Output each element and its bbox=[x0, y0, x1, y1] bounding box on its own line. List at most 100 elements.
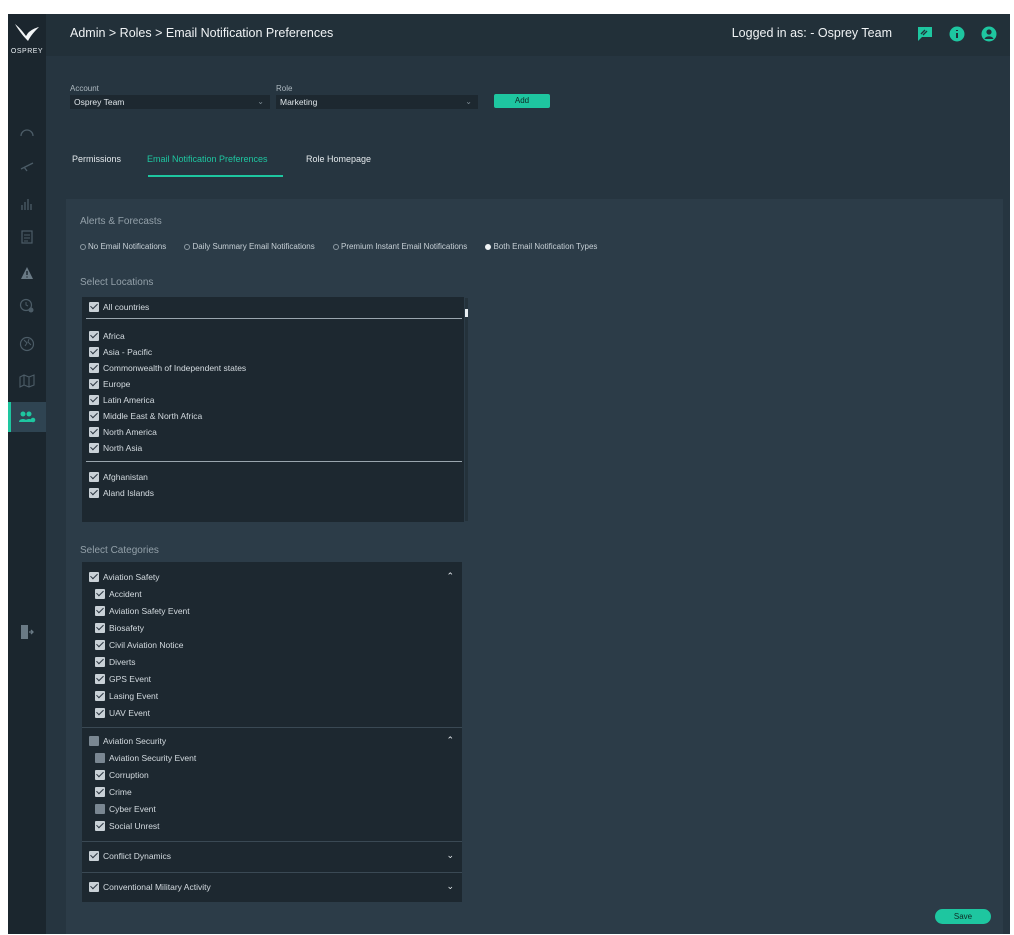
chevron-up-icon[interactable]: ⌃ bbox=[446, 571, 454, 582]
map-icon[interactable] bbox=[8, 366, 46, 396]
checkbox-region[interactable]: Europe bbox=[89, 379, 130, 389]
tab-role-homepage[interactable]: Role Homepage bbox=[306, 154, 371, 164]
checkbox-label: North Asia bbox=[103, 443, 143, 453]
checkbox-icon bbox=[89, 427, 99, 437]
checkbox-icon bbox=[89, 851, 99, 861]
account-select[interactable]: Osprey Team ⌄ bbox=[70, 95, 270, 109]
checkbox-label: Corruption bbox=[109, 770, 149, 780]
checkbox-region[interactable]: North Asia bbox=[89, 443, 142, 453]
chevron-down-icon: ⌄ bbox=[257, 97, 264, 106]
category-item[interactable]: Social Unrest bbox=[95, 821, 160, 831]
active-tab-indicator bbox=[148, 175, 283, 177]
checkbox-label: Accident bbox=[109, 589, 142, 599]
checkbox-icon bbox=[95, 606, 105, 616]
category-item[interactable]: Accident bbox=[95, 589, 142, 599]
category-item[interactable]: Aviation Security Event bbox=[95, 753, 196, 763]
checkbox-icon bbox=[95, 691, 105, 701]
checkbox-region[interactable]: Africa bbox=[89, 331, 125, 341]
checkbox-country[interactable]: Aland Islands bbox=[89, 488, 154, 498]
checkbox-icon bbox=[95, 804, 105, 814]
checkbox-label: Africa bbox=[103, 331, 125, 341]
radio-dot bbox=[332, 244, 339, 250]
category-item[interactable]: Crime bbox=[95, 787, 132, 797]
logo-text: OSPREY bbox=[10, 48, 44, 55]
checkbox-label: Aviation Security Event bbox=[109, 753, 197, 763]
radio-label: Both Email Notification Types bbox=[493, 242, 598, 251]
radio-premium-instant[interactable]: Premium Instant Email Notifications bbox=[332, 242, 467, 251]
radio-daily-summary[interactable]: Daily Summary Email Notifications bbox=[184, 242, 315, 251]
users-icon[interactable] bbox=[8, 402, 46, 432]
checkbox-label: UAV Event bbox=[109, 708, 150, 718]
role-select[interactable]: Marketing ⌄ bbox=[276, 95, 478, 109]
category-group-aviation-security[interactable]: Aviation Security bbox=[89, 736, 166, 746]
checkbox-icon bbox=[89, 488, 99, 498]
category-item[interactable]: GPS Event bbox=[95, 674, 151, 684]
preferences-panel: Alerts & Forecasts No Email Notification… bbox=[66, 199, 1003, 934]
checkbox-region[interactable]: Asia - Pacific bbox=[89, 347, 152, 357]
locations-scrollbar[interactable] bbox=[465, 298, 468, 521]
user-icon[interactable] bbox=[980, 25, 998, 43]
checkbox-country[interactable]: Afghanistan bbox=[89, 472, 148, 482]
account-value: Osprey Team bbox=[74, 97, 125, 107]
checkbox-icon bbox=[95, 589, 105, 599]
chevron-up-icon[interactable]: ⌃ bbox=[446, 735, 454, 746]
reports-icon[interactable] bbox=[8, 222, 46, 252]
category-item[interactable]: Diverts bbox=[95, 657, 135, 667]
chevron-down-icon[interactable]: ⌄ bbox=[446, 850, 454, 861]
locations-list[interactable]: All countries Africa Asia - Pacific Comm… bbox=[82, 297, 464, 522]
radio-dot bbox=[184, 244, 191, 250]
checkbox-label: Aviation Security bbox=[103, 736, 167, 746]
feedback-icon[interactable] bbox=[916, 25, 934, 43]
osprey-logo[interactable]: OSPREY bbox=[8, 14, 46, 62]
checkbox-label: Conflict Dynamics bbox=[103, 851, 172, 861]
category-item[interactable]: Biosafety bbox=[95, 623, 144, 633]
save-button[interactable]: Save bbox=[935, 909, 991, 924]
role-value: Marketing bbox=[280, 97, 318, 107]
checkbox-all-countries[interactable]: All countries bbox=[89, 302, 149, 312]
checkbox-label: Aviation Safety Event bbox=[109, 606, 190, 616]
analytics-icon[interactable] bbox=[8, 189, 46, 219]
category-group-aviation-safety[interactable]: Aviation Safety bbox=[89, 572, 160, 582]
category-item[interactable]: Cyber Event bbox=[95, 804, 156, 814]
checkbox-region[interactable]: Middle East & North Africa bbox=[89, 411, 202, 421]
checkbox-icon bbox=[89, 347, 99, 357]
tab-email-notification-preferences[interactable]: Email Notification Preferences bbox=[147, 154, 268, 164]
checkbox-icon bbox=[89, 411, 99, 421]
globe-icon[interactable] bbox=[8, 329, 46, 359]
add-button[interactable]: Add bbox=[494, 94, 550, 108]
alert-icon[interactable] bbox=[8, 258, 46, 288]
checkbox-label: Afghanistan bbox=[103, 472, 148, 482]
logout-icon[interactable] bbox=[8, 617, 46, 647]
checkbox-region[interactable]: North America bbox=[89, 427, 157, 437]
category-divider bbox=[82, 727, 462, 728]
category-item[interactable]: Aviation Safety Event bbox=[95, 606, 190, 616]
category-item[interactable]: UAV Event bbox=[95, 708, 150, 718]
checkbox-icon bbox=[95, 770, 105, 780]
category-item[interactable]: Corruption bbox=[95, 770, 149, 780]
radio-no-email[interactable]: No Email Notifications bbox=[80, 242, 166, 251]
list-divider bbox=[86, 318, 462, 319]
checkbox-icon bbox=[89, 379, 99, 389]
checkbox-icon bbox=[89, 736, 99, 746]
tab-permissions[interactable]: Permissions bbox=[72, 154, 121, 164]
chevron-down-icon[interactable]: ⌄ bbox=[446, 881, 454, 892]
category-group-conventional-military-activity[interactable]: Conventional Military Activity bbox=[89, 882, 211, 892]
clock-settings-icon[interactable] bbox=[8, 291, 46, 321]
dashboard-icon[interactable] bbox=[8, 118, 46, 148]
category-item[interactable]: Civil Aviation Notice bbox=[95, 640, 184, 650]
checkbox-region[interactable]: Latin America bbox=[89, 395, 155, 405]
checkbox-icon bbox=[89, 395, 99, 405]
checkbox-label: Cyber Event bbox=[109, 804, 156, 814]
locations-scroll-thumb[interactable] bbox=[465, 309, 468, 317]
category-item[interactable]: Lasing Event bbox=[95, 691, 158, 701]
radio-dot-selected bbox=[485, 244, 492, 250]
checkbox-icon bbox=[95, 708, 105, 718]
info-icon[interactable] bbox=[948, 25, 966, 43]
checkbox-label: Latin America bbox=[103, 395, 155, 405]
flights-icon[interactable] bbox=[8, 151, 46, 181]
radio-both-types[interactable]: Both Email Notification Types bbox=[485, 242, 597, 251]
category-group-conflict-dynamics[interactable]: Conflict Dynamics bbox=[89, 851, 171, 861]
checkbox-label: GPS Event bbox=[109, 674, 152, 684]
checkbox-icon bbox=[95, 787, 105, 797]
checkbox-region[interactable]: Commonwealth of Independent states bbox=[89, 363, 246, 373]
